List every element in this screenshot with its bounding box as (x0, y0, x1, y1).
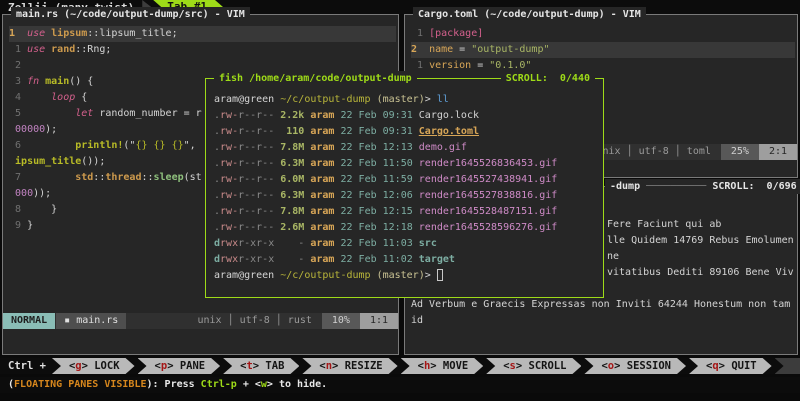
keybind-bar-filler (775, 358, 800, 374)
hint-bar: (FLOATING PANES VISIBLE): Press Ctrl-p +… (0, 377, 800, 393)
pane-title-output-dump: -dump ────────── SCROLL: 0/696 (605, 179, 800, 194)
terminal-row: .rw-r--r-- 6.0M aram 22 Feb 11:59 render… (214, 172, 601, 188)
terminal-row: aram@green ~/c/output-dump (master)> ll (214, 92, 601, 108)
pane-title-fragment: -dump (610, 181, 646, 192)
terminal-row: Ad Verbum e Graecis Expressas non Inviti… (411, 297, 790, 313)
terminal-row: lle Quidem 14769 Rebus Emolumen (607, 233, 794, 249)
vim-cursor-position: 2:1 (759, 144, 797, 160)
vim-statusline-main-rs: NORMAL ▪ main.rs unix │ utf-8 │ rust 10%… (3, 313, 398, 329)
vim-scroll-percent: 10% (322, 313, 360, 329)
terminal-row: 1 version = "0.1.0" (411, 58, 795, 74)
terminal-row: 1 [package] (411, 26, 795, 42)
vim-meta-info: unix │ utf-8 │ toml (586, 144, 720, 160)
vim-filename: main.rs (76, 315, 118, 326)
keybind-bar: Ctrl + <g> LOCK<p> PANE<t> TAB<n> RESIZE… (0, 358, 800, 374)
keybind-ribbons: <g> LOCK<p> PANE<t> TAB<n> RESIZE<h> MOV… (52, 358, 800, 374)
vim-mode-indicator: NORMAL (3, 313, 55, 329)
terminal-row: .rw-r--r-- 7.8M aram 22 Feb 12:13 demo.g… (214, 140, 601, 156)
keybind-prefix: Ctrl + (0, 358, 52, 374)
fish-terminal-output: aram@green ~/c/output-dump (master)> ll.… (214, 92, 601, 295)
terminal-row: .rw-r--r-- 6.3M aram 22 Feb 11:50 render… (214, 156, 601, 172)
title-dashes: ────────── (646, 181, 706, 192)
terminal-row: Fere Faciunt qui ab (607, 217, 794, 233)
floating-panes-hint: (FLOATING PANES VISIBLE): Press Ctrl-p +… (0, 377, 800, 393)
terminal-row: .rw-r--r-- 2.6M aram 22 Feb 12:18 render… (214, 220, 601, 236)
file-icon: ▪ (64, 315, 70, 326)
keybind-lock[interactable]: <g> LOCK (52, 358, 135, 374)
terminal-row: 2 name = "output-dump" (411, 42, 795, 58)
terminal-row: .rw-r--r-- 7.8M aram 22 Feb 12:15 render… (214, 204, 601, 220)
vim-cursor-position: 1:1 (360, 313, 398, 329)
terminal-row: aram@green ~/c/output-dump (master)> (214, 268, 601, 284)
lorem-text-bottom: Ad Verbum e Graecis Expressas non Inviti… (411, 297, 790, 329)
keybind-move[interactable]: <h> MOVE (401, 358, 484, 374)
keybind-resize[interactable]: <n> RESIZE (302, 358, 397, 374)
terminal-row: ne (607, 249, 794, 265)
keybind-scroll[interactable]: <s> SCROLL (486, 358, 581, 374)
terminal-row: .rw-r--r-- 110 aram 22 Feb 09:31 Cargo.t… (214, 124, 601, 140)
terminal-row: .rw-r--r-- 6.3M aram 22 Feb 12:06 render… (214, 188, 601, 204)
terminal-row: 1 use rand::Rng; (9, 42, 396, 58)
terminal-row: drwxr-xr-x - aram 22 Feb 11:02 target (214, 252, 601, 268)
terminal-row: 1 use lipsum::lipsum_title; (9, 26, 396, 42)
lorem-text-fragments: Fere Faciunt qui ablle Quidem 14769 Rebu… (607, 217, 794, 281)
vim-scroll-percent: 25% (721, 144, 759, 160)
terminal-row: (FLOATING PANES VISIBLE): Press Ctrl-p +… (0, 377, 800, 393)
keybind-quit[interactable]: <q> QUIT (689, 358, 772, 374)
terminal-row: vitatibus Dediti 89106 Bene Viv (607, 265, 794, 281)
terminal-row: id (411, 313, 790, 329)
keybind-session[interactable]: <o> SESSION (584, 358, 686, 374)
keybind-pane[interactable]: <p> PANE (138, 358, 221, 374)
floating-pane-title: fish /home/aram/code/output-dump (214, 71, 417, 86)
pane-title-cargo-toml: Cargo.toml (~/code/output-dump) - VIM (413, 7, 646, 22)
floating-pane-fish[interactable]: fish /home/aram/code/output-dump SCROLL:… (205, 78, 604, 298)
pane-title-main-rs: main.rs (~/code/output-dump/src) - VIM (11, 7, 250, 22)
keybind-tab[interactable]: <t> TAB (223, 358, 299, 374)
vim-filename-chip: ▪ main.rs (56, 313, 126, 329)
vim-meta-info: unix │ utf-8 │ rust (187, 313, 321, 329)
scroll-indicator: SCROLL: 0/440 (501, 71, 595, 86)
scroll-indicator: SCROLL: 0/696 (706, 181, 796, 192)
terminal-row: drwxr-xr-x - aram 22 Feb 11:03 src (214, 236, 601, 252)
terminal-row: .rw-r--r-- 2.2k aram 22 Feb 09:31 Cargo.… (214, 108, 601, 124)
